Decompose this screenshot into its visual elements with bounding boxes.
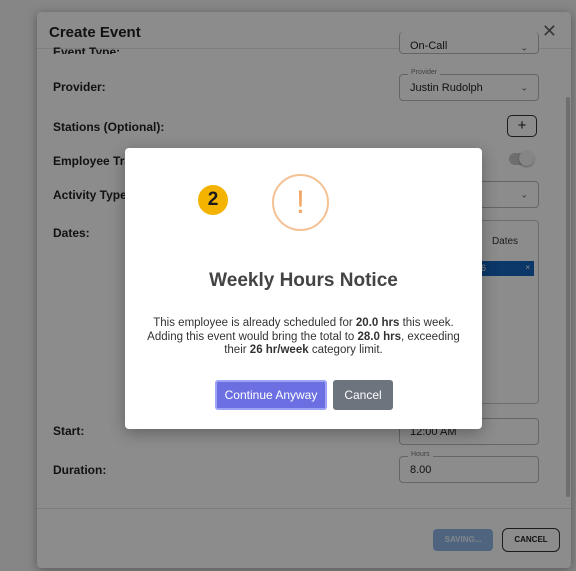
weekly-hours-modal: 2 ! Weekly Hours Notice This employee is…: [125, 148, 482, 429]
message-text: This employee is already scheduled for: [153, 317, 356, 329]
warning-icon: !: [272, 174, 329, 231]
scheduled-hours: 20.0 hrs: [355, 317, 400, 329]
modal-cancel-button[interactable]: Cancel: [333, 380, 393, 410]
message-text: category limit.: [308, 344, 383, 356]
total-hours: 28.0 hrs: [357, 330, 401, 343]
step-badge: 2: [198, 185, 228, 215]
hours-limit: 26 hr/week: [249, 344, 309, 356]
continue-anyway-button[interactable]: Continue Anyway: [215, 380, 327, 410]
modal-message: This employee is already scheduled for 2…: [141, 317, 466, 358]
modal-title: Weekly Hours Notice: [209, 270, 398, 291]
